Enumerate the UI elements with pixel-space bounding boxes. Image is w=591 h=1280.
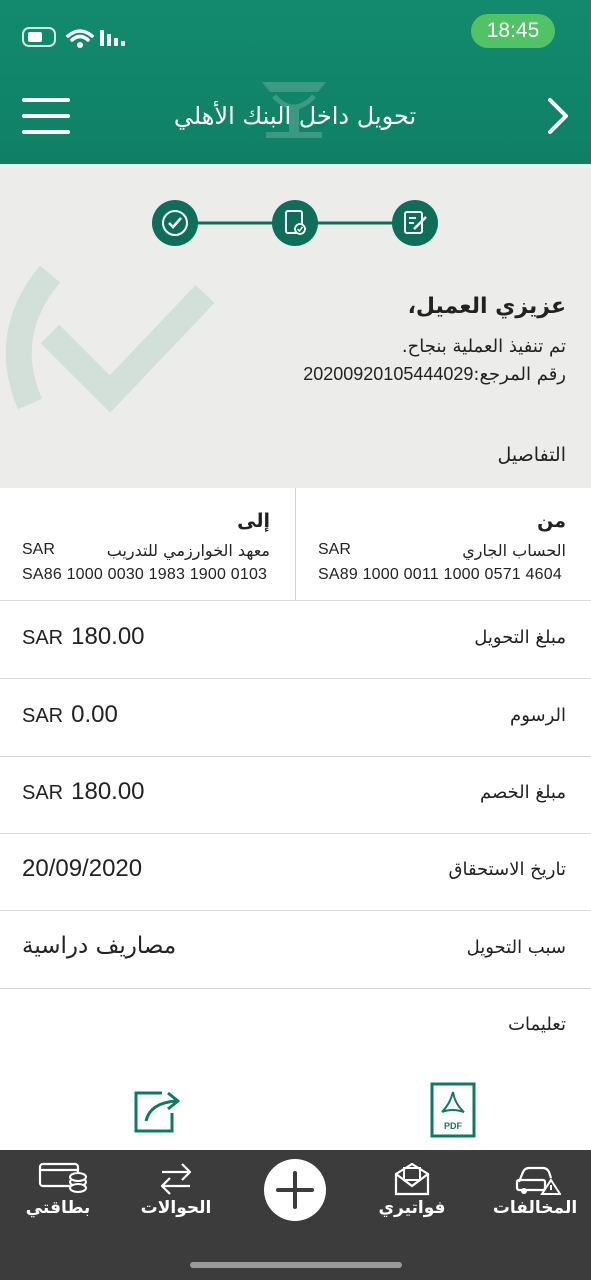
battery-icon (22, 27, 125, 48)
success-message: تم تنفيذ العملية بنجاح. (401, 336, 566, 357)
tab-label: فواتيري (378, 1198, 446, 1218)
add-button[interactable] (264, 1159, 326, 1221)
tab-label: المخالفات (492, 1198, 578, 1218)
row-label: مبلغ التحويل (474, 627, 566, 648)
reference-value: 20200920105444029 (303, 364, 474, 384)
car-warning-icon (515, 1166, 561, 1195)
back-button[interactable] (540, 96, 576, 136)
tab-bills[interactable]: فواتيري (357, 1150, 467, 1230)
status-time: 18:45 (471, 14, 555, 48)
reference-label: رقم المرجع: (473, 364, 566, 385)
pdf-label: PDF (444, 1121, 463, 1131)
page-title: تحويل داخل البنك الأهلي (173, 102, 417, 130)
home-indicator (190, 1262, 402, 1268)
row-value: SAR 0.00 (22, 701, 118, 729)
due-date-row: تاريخ الاستحقاق 20/09/2020 (0, 833, 591, 911)
wifi-icon (66, 29, 94, 48)
column-divider (295, 488, 296, 600)
share-icon (134, 1091, 180, 1133)
row-label: الرسوم (510, 705, 566, 726)
amount: 0.00 (71, 701, 118, 728)
debit-amount-row: مبلغ الخصم SAR 180.00 (0, 756, 591, 834)
to-account-name: معهد الخوارزمي للتدريب (106, 541, 270, 560)
step-edit-icon (392, 200, 438, 246)
bottom-tab-bar: المخالفات فواتيري الحوالات بطاقتي (0, 1150, 591, 1280)
row-value: مصاريف دراسية (22, 933, 177, 959)
row-value: SAR 180.00 (22, 778, 145, 806)
signal-icon (100, 30, 125, 46)
row-value: 20/09/2020 (22, 855, 143, 882)
menu-button[interactable] (22, 97, 70, 135)
tab-label: بطاقتي (25, 1198, 91, 1218)
to-account: إلى معهد الخوارزمي للتدريب SAR SA86 1000… (0, 488, 295, 600)
success-checkmark-watermark-icon (5, 265, 215, 413)
chevron-right-icon (548, 98, 568, 134)
top-bar: 18:45 تحويل داخل البنك الأهلي (0, 0, 591, 164)
success-panel: عزيزي العميل، تم تنفيذ العملية بنجاح. رق… (0, 164, 591, 488)
card-coins-icon (38, 1162, 87, 1193)
step-check-icon (152, 200, 198, 246)
to-iban: SA86 1000 0030 1983 1900 0103 (22, 566, 268, 583)
tab-violations[interactable]: المخالفات (480, 1150, 590, 1230)
amount: 180.00 (71, 778, 145, 805)
currency-code: SAR (22, 627, 64, 649)
transfer-amount-row: مبلغ التحويل SAR 180.00 (0, 601, 591, 679)
transfer-reason-row: سبب التحويل مصاريف دراسية (0, 911, 591, 989)
row-value: SAR 180.00 (22, 623, 145, 651)
greeting-text: عزيزي العميل، (407, 294, 566, 319)
currency-code: SAR (22, 705, 64, 727)
bills-envelope-icon (394, 1162, 430, 1196)
status-icons (22, 24, 132, 52)
pdf-icon: PDF (430, 1082, 476, 1138)
row-label: سبب التحويل (466, 937, 566, 958)
hamburger-icon (22, 98, 70, 134)
to-heading: إلى (237, 510, 270, 532)
from-account: من الحساب الجاري SAR SA89 1000 0011 1000… (296, 488, 591, 600)
from-iban: SA89 1000 0011 1000 0571 4604 (318, 566, 562, 583)
details-heading: التفاصيل (497, 444, 566, 466)
transfer-arrows-icon (160, 1163, 192, 1195)
row-label: تاريخ الاستحقاق (448, 859, 567, 880)
from-currency: SAR (318, 541, 351, 558)
tab-cards[interactable]: بطاقتي (3, 1150, 113, 1230)
instructions-row: تعليمات (0, 988, 591, 1066)
to-currency: SAR (22, 541, 55, 558)
progress-steps (152, 200, 438, 246)
share-button[interactable] (132, 1087, 184, 1135)
amount: 180.00 (71, 623, 145, 650)
tab-label: الحوالات (140, 1198, 212, 1218)
from-to-section: من الحساب الجاري SAR SA89 1000 0011 1000… (0, 488, 591, 601)
reference-number: رقم المرجع:20200920105444029 (303, 364, 566, 385)
row-label: تعليمات (508, 1014, 566, 1035)
step-document-check-icon (272, 200, 318, 246)
pdf-download-button[interactable]: PDF (430, 1082, 476, 1138)
fees-row: الرسوم SAR 0.00 (0, 679, 591, 757)
plus-icon (276, 1171, 314, 1209)
tab-transfers[interactable]: الحوالات (121, 1150, 231, 1230)
action-bar: PDF (0, 1065, 591, 1150)
from-account-name: الحساب الجاري (462, 541, 566, 560)
row-label: مبلغ الخصم (479, 782, 566, 803)
from-heading: من (537, 510, 566, 532)
currency-code: SAR (22, 782, 64, 804)
